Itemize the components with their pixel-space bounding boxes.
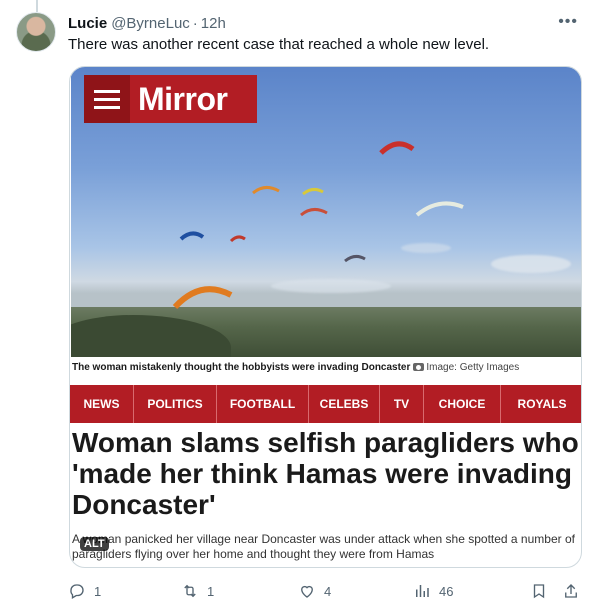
cloud [271, 279, 391, 293]
mirror-logo: Mirror [84, 75, 257, 123]
paraglider-icon [300, 208, 328, 217]
paraglider-icon [379, 141, 415, 155]
separator-dot: · [192, 14, 198, 32]
nav-item-tv: TV [380, 385, 424, 423]
views-count: 46 [439, 583, 454, 599]
repost-count: 1 [207, 583, 215, 599]
tweet-actions: 1 1 4 46 [68, 580, 582, 602]
alt-badge[interactable]: ALT [80, 537, 109, 551]
nav-item-celebs: CELEBS [309, 385, 380, 423]
avatar[interactable] [16, 12, 56, 52]
views-button[interactable]: 46 [413, 580, 453, 602]
paraglider-icon [302, 187, 324, 196]
like-count: 4 [324, 583, 332, 599]
paraglider-icon [172, 286, 233, 310]
reply-button[interactable]: 1 [68, 580, 101, 602]
views-icon [416, 585, 429, 597]
article-standfirst: A woman panicked her village near Doncas… [72, 532, 575, 561]
paraglider-icon [415, 201, 464, 217]
bookmark-button[interactable] [530, 580, 548, 602]
reply-count: 1 [94, 583, 102, 599]
thread-line [36, 0, 38, 12]
photo-caption: The woman mistakenly thought the hobbyis… [70, 357, 581, 383]
reply-icon [70, 584, 84, 599]
nav-item-news: NEWS [70, 385, 134, 423]
nav-item-royals: ROYALS [517, 397, 567, 411]
like-button[interactable]: 4 [298, 580, 331, 602]
heart-icon [301, 585, 313, 598]
more-horizontal-icon[interactable]: ••• [558, 14, 578, 30]
menu-icon [84, 75, 130, 123]
article-headline: Woman slams selfish paragliders who 'mad… [72, 427, 579, 520]
camera-icon [413, 363, 425, 372]
mirror-wordmark: Mirror [138, 80, 228, 117]
media-card[interactable]: Mirror The woman mistakenly thought the … [69, 66, 582, 568]
section-nav: NEWS POLITICS FOOTBALL CELEBS TV CHOICE … [70, 385, 581, 423]
author-name[interactable]: Lucie [68, 15, 107, 32]
paraglider-icon [344, 254, 366, 263]
nav-item-football: FOOTBALL [217, 385, 309, 423]
article-photo: Mirror [71, 67, 581, 357]
cloud [401, 243, 451, 253]
share-button[interactable] [562, 580, 580, 602]
caption-credit: Image: Getty Images [426, 362, 520, 373]
paraglider-icon [229, 235, 246, 243]
nav-item-politics: POLITICS [134, 385, 217, 423]
author-handle[interactable]: @ByrneLuc [111, 15, 190, 32]
caption-text: The woman mistakenly thought the hobbyis… [72, 362, 411, 373]
repost-icon [184, 584, 196, 598]
paraglider-icon [252, 186, 280, 195]
tweet-header: Lucie @ByrneLuc · 12h [68, 14, 226, 32]
share-icon [565, 584, 577, 598]
timestamp[interactable]: 12h [201, 15, 226, 32]
tweet-text: There was another recent case that reach… [68, 36, 490, 53]
cloud [491, 255, 571, 273]
nav-item-choice: CHOICE [424, 385, 501, 423]
repost-button[interactable]: 1 [181, 580, 214, 602]
paraglider-icon [179, 231, 205, 241]
bookmark-icon [533, 584, 545, 599]
